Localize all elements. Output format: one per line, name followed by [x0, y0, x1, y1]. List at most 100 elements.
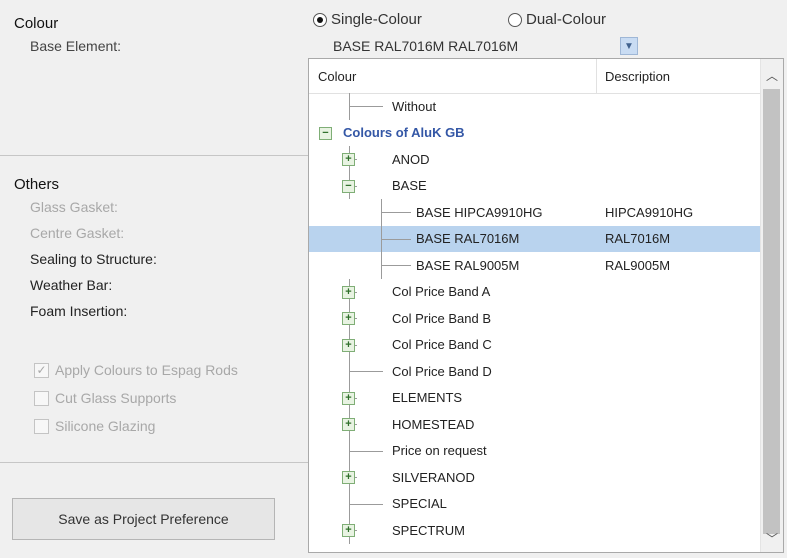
colour-dropdown-grid[interactable]: Colour Description Without − Colours of Al…: [308, 58, 784, 553]
tree-row-label: ELEMENTS: [392, 390, 463, 406]
cut-glass-supports-checkbox[interactable]: Cut Glass Supports: [34, 390, 176, 406]
tree-row-label: HOMESTEAD: [392, 416, 475, 432]
radio-unselected-icon: [508, 12, 522, 27]
others-section-title: Others: [14, 176, 60, 193]
tree-connector: [349, 437, 350, 464]
dual-colour-label: Dual-Colour: [526, 11, 607, 28]
tree-row[interactable]: + SILVERANOD: [309, 464, 761, 491]
expand-plus-icon[interactable]: +: [342, 391, 355, 405]
silicone-glazing-label: Silicone Glazing: [55, 418, 156, 434]
tree-row-label: Col Price Band C: [392, 337, 492, 353]
tree-row[interactable]: + ELEMENTS: [309, 384, 761, 411]
tree-row-label: ANOD: [392, 151, 430, 167]
tree-row-label: SPECIAL: [392, 496, 447, 512]
tree-row[interactable]: BASE RAL7016M RAL7016M: [309, 225, 761, 252]
tree-row-label: BASE RAL7016M: [416, 231, 520, 247]
tree-row[interactable]: + ANOD: [309, 146, 761, 173]
expand-plus-icon[interactable]: +: [342, 524, 355, 537]
expand-plus-icon[interactable]: +: [342, 418, 355, 431]
tree-row[interactable]: BASE HIPCA9910HG HIPCA9910HG: [309, 199, 761, 226]
dual-colour-radio[interactable]: Dual-Colour: [508, 11, 606, 28]
tree-row[interactable]: + Col Price Band B: [309, 305, 761, 332]
check-icon: ✓: [34, 362, 49, 378]
expand-plus-icon[interactable]: +: [342, 471, 355, 484]
cut-glass-supports-label: Cut Glass Supports: [55, 390, 177, 406]
tree-row[interactable]: Without: [309, 93, 761, 120]
tree-row-label: SILVERANOD: [392, 469, 475, 485]
tree-connector: [381, 225, 382, 252]
scrollbar-thumb[interactable]: [763, 89, 780, 534]
expand-plus-icon[interactable]: +: [342, 312, 355, 325]
chevron-down-icon[interactable]: ▼: [620, 37, 638, 55]
tree-row[interactable]: + Col Price Band C: [309, 331, 761, 358]
tree-row[interactable]: + SPECTRUM: [309, 517, 761, 544]
tree-row[interactable]: BASE RAL9005M RAL9005M: [309, 252, 761, 279]
tree-row-label: SPECTRUM: [392, 522, 465, 538]
expand-plus-icon[interactable]: +: [342, 285, 355, 299]
tree-connector: [349, 358, 350, 385]
tree-connector: [381, 252, 382, 279]
tree-row[interactable]: Price on request: [309, 437, 761, 464]
tree-row[interactable]: Col Price Band D: [309, 358, 761, 385]
tree-row[interactable]: SPECIAL: [309, 490, 761, 517]
silicone-glazing-checkbox[interactable]: Silicone Glazing: [34, 418, 155, 434]
tree-row[interactable]: + Col Price Band A: [309, 278, 761, 305]
checkbox-empty-icon: [34, 390, 49, 406]
sealing-to-structure-label: Sealing to Structure:: [30, 251, 157, 267]
chevron-down-icon[interactable]: ﹀: [761, 528, 783, 548]
chevron-up-icon[interactable]: ︿: [761, 65, 783, 85]
tree-connector: [381, 199, 382, 226]
single-colour-label: Single-Colour: [331, 11, 422, 28]
colour-section-title: Colour: [14, 15, 59, 32]
tree-connector: [349, 490, 350, 517]
tree-connector: [381, 212, 411, 213]
tree-row-label: Col Price Band D: [392, 363, 492, 379]
tree-connector: [381, 238, 411, 240]
colour-column-header[interactable]: Colour: [318, 69, 356, 84]
tree-row-label: Without: [392, 98, 437, 114]
tree-connector: [381, 265, 411, 266]
tree-row-label: BASE RAL9005M: [416, 257, 520, 273]
collapse-minus-icon[interactable]: −: [319, 126, 332, 140]
tree-row-label: BASE: [392, 178, 427, 194]
section-divider: [0, 462, 308, 463]
single-colour-radio[interactable]: Single-Colour: [313, 11, 422, 28]
expand-plus-icon[interactable]: +: [342, 338, 355, 352]
foam-insertion-label: Foam Insertion:: [30, 303, 128, 319]
tree-row-label: Price on request: [392, 443, 487, 459]
glass-gasket-label: Glass Gasket:: [30, 199, 118, 215]
tree-row-label: Col Price Band A: [392, 284, 491, 300]
centre-gasket-label: Centre Gasket:: [30, 225, 125, 241]
tree-row-description: HIPCA9910HG: [605, 204, 694, 220]
description-column-header[interactable]: Description: [605, 69, 670, 84]
section-divider: [0, 155, 308, 156]
checkbox-empty-icon: [34, 418, 49, 434]
save-project-preference-button[interactable]: Save as Project Preference: [12, 498, 275, 540]
tree-connector: [349, 106, 383, 107]
tree-row[interactable]: − BASE: [309, 172, 761, 199]
expand-plus-icon[interactable]: +: [342, 153, 355, 166]
tree-row[interactable]: + HOMESTEAD: [309, 411, 761, 438]
grid-header: Colour Description: [309, 59, 761, 94]
tree-row-label: BASE HIPCA9910HG: [416, 204, 543, 220]
weather-bar-label: Weather Bar:: [30, 277, 113, 293]
tree-connector: [349, 371, 383, 372]
column-separator[interactable]: [596, 59, 597, 93]
tree-row-label: Colours of AluK GB: [343, 125, 465, 141]
tree-connector: [349, 93, 350, 120]
tree-row[interactable]: − Colours of AluK GB: [309, 120, 761, 147]
base-element-combo[interactable]: BASE RAL7016M RAL7016M ▼: [311, 34, 641, 58]
apply-colours-espag-checkbox[interactable]: ✓ Apply Colours to Espag Rods: [34, 362, 238, 378]
radio-selected-icon: [313, 12, 327, 27]
tree-connector: [349, 503, 383, 505]
tree-connector: [349, 450, 383, 452]
tree-row-description: RAL7016M: [605, 231, 671, 247]
base-element-label: Base Element:: [30, 38, 122, 54]
base-element-value: BASE RAL7016M RAL7016M: [333, 38, 519, 54]
apply-colours-espag-label: Apply Colours to Espag Rods: [55, 362, 238, 378]
colour-tree: Without − Colours of AluK GB + ANOD − BASE BASE…: [309, 93, 761, 544]
collapse-minus-icon[interactable]: −: [342, 179, 355, 193]
tree-row-description: RAL9005M: [605, 257, 671, 273]
tree-row-label: Col Price Band B: [392, 310, 491, 326]
vertical-scrollbar[interactable]: ︿ ﹀: [760, 59, 783, 552]
